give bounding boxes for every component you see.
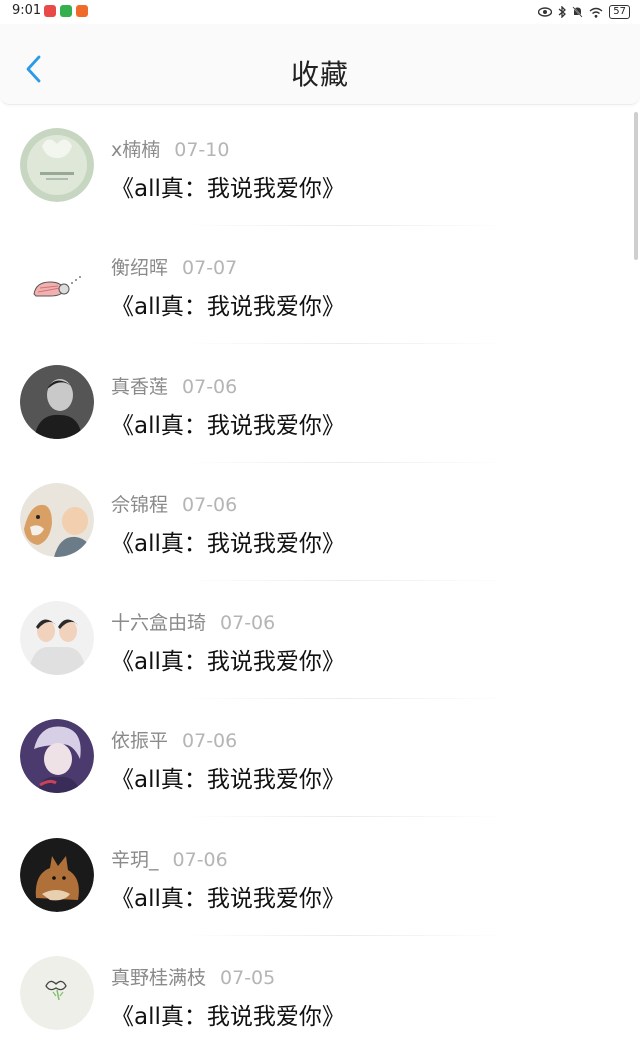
item-date: 07-06 <box>220 612 276 635</box>
item-meta: 真野桂满枝 07-05 <box>111 963 275 990</box>
avatar[interactable] <box>20 246 94 321</box>
mute-bell-icon <box>572 6 583 18</box>
item-date: 07-07 <box>182 257 238 280</box>
avatar[interactable] <box>20 128 94 202</box>
author-name[interactable]: 真野桂满枝 <box>111 967 206 989</box>
item-date: 07-05 <box>220 967 276 990</box>
author-name[interactable]: 辛玥_ <box>111 849 159 871</box>
author-name[interactable]: 十六盒由琦 <box>111 612 206 634</box>
list-item[interactable]: 真野桂满枝 07-05 《all真：我说我爱你》 <box>0 936 640 1054</box>
list-item[interactable]: 真香莲 07-06 《all真：我说我爱你》 <box>0 345 640 463</box>
list-item[interactable]: 佘锦程 07-06 《all真：我说我爱你》 <box>0 463 640 581</box>
item-title[interactable]: 《all真：我说我爱你》 <box>111 169 345 203</box>
item-title[interactable]: 《all真：我说我爱你》 <box>111 524 345 558</box>
avatar[interactable] <box>20 719 94 794</box>
item-date: 07-06 <box>182 730 238 753</box>
item-title[interactable]: 《all真：我说我爱你》 <box>111 879 345 913</box>
status-bar: 9:01 57 <box>0 0 640 24</box>
item-title[interactable]: 《all真：我说我爱你》 <box>111 406 345 440</box>
avatar[interactable] <box>20 601 94 676</box>
author-name[interactable]: 依振平 <box>111 730 168 752</box>
app-notification-icon <box>44 5 56 17</box>
list-item[interactable]: 衡绍晖 07-07 《all真：我说我爱你》 <box>0 226 640 345</box>
favorites-list: x楠楠 07-10 《all真：我说我爱你》 衡绍晖 07-07 《all真：我说我… <box>0 108 640 1054</box>
list-item[interactable]: 辛玥_ 07-06 《all真：我说我爱你》 <box>0 818 640 936</box>
list-item[interactable]: x楠楠 07-10 《all真：我说我爱你》 <box>0 108 640 226</box>
battery-indicator: 57 <box>609 5 630 19</box>
item-meta: 真香莲 07-06 <box>111 372 237 399</box>
wifi-icon <box>589 7 603 18</box>
shopping-notification-icon <box>76 5 88 17</box>
item-date: 07-06 <box>182 375 238 398</box>
item-meta: 辛玥_ 07-06 <box>111 845 228 872</box>
bluetooth-icon <box>558 6 567 18</box>
list-item[interactable]: 依振平 07-06 《all真：我说我爱你》 <box>0 699 640 818</box>
author-name[interactable]: 衡绍晖 <box>111 257 168 279</box>
status-time: 9:01 <box>12 3 42 18</box>
author-name[interactable]: 佘锦程 <box>111 494 168 516</box>
item-date: 07-06 <box>182 493 238 516</box>
chat-notification-icon <box>60 5 72 17</box>
page-title: 收藏 <box>290 58 349 91</box>
list-item[interactable]: 十六盒由琦 07-06 《all真：我说我爱你》 <box>0 581 640 700</box>
eye-icon <box>538 7 553 17</box>
item-title[interactable]: 《all真：我说我爱你》 <box>111 997 345 1031</box>
item-title[interactable]: 《all真：我说我爱你》 <box>111 642 345 676</box>
avatar[interactable] <box>20 482 94 557</box>
avatar[interactable] <box>20 364 94 439</box>
item-date: 07-10 <box>174 139 230 161</box>
author-name[interactable]: x楠楠 <box>111 139 160 161</box>
item-meta: 十六盒由琦 07-06 <box>111 608 275 635</box>
item-meta: 衡绍晖 07-07 <box>111 253 237 280</box>
scrollbar[interactable] <box>634 112 638 260</box>
item-title[interactable]: 《all真：我说我爱你》 <box>111 287 345 321</box>
top-bar: 收藏 <box>0 24 640 105</box>
item-meta: x楠楠 07-10 <box>111 135 229 162</box>
item-meta: 佘锦程 07-06 <box>111 490 237 517</box>
item-title[interactable]: 《all真：我说我爱你》 <box>111 760 345 794</box>
author-name[interactable]: 真香莲 <box>111 376 168 398</box>
status-icons: 57 <box>538 3 630 21</box>
item-meta: 依振平 07-06 <box>111 726 237 753</box>
avatar[interactable] <box>20 956 94 1031</box>
item-date: 07-06 <box>172 848 228 871</box>
avatar[interactable] <box>20 837 94 912</box>
